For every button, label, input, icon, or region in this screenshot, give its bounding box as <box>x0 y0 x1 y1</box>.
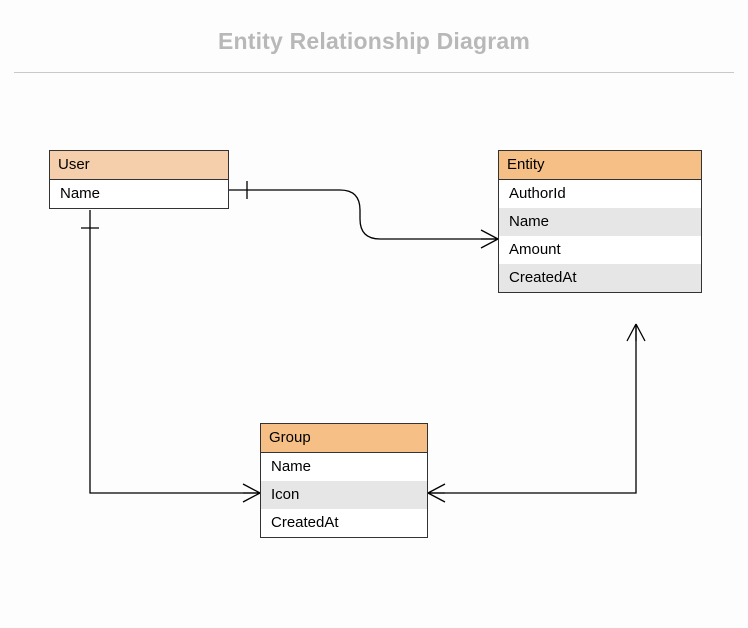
title-divider <box>14 72 734 73</box>
entity-field: Name <box>50 180 228 208</box>
cardinality-many-icon <box>243 484 260 502</box>
rel-entity-group <box>428 324 636 493</box>
rel-user-entity <box>229 190 498 239</box>
entity-field: AuthorId <box>499 180 701 208</box>
cardinality-many-icon <box>428 484 445 502</box>
entity-field: Name <box>499 208 701 236</box>
cardinality-many-icon <box>627 324 645 341</box>
diagram-title: Entity Relationship Diagram <box>0 28 748 55</box>
entity-field: CreatedAt <box>261 509 427 537</box>
cardinality-many-icon <box>481 230 498 248</box>
entity-field: Name <box>261 453 427 481</box>
entity-field: CreatedAt <box>499 264 701 292</box>
entity-header: Entity <box>499 151 701 180</box>
entity-field: Amount <box>499 236 701 264</box>
erd-entity-user[interactable]: User Name <box>49 150 229 209</box>
entity-field: Icon <box>261 481 427 509</box>
erd-entity-group[interactable]: Group Name Icon CreatedAt <box>260 423 428 538</box>
rel-user-group <box>90 210 260 493</box>
erd-entity-entity[interactable]: Entity AuthorId Name Amount CreatedAt <box>498 150 702 293</box>
entity-header: Group <box>261 424 427 453</box>
entity-header: User <box>50 151 228 180</box>
